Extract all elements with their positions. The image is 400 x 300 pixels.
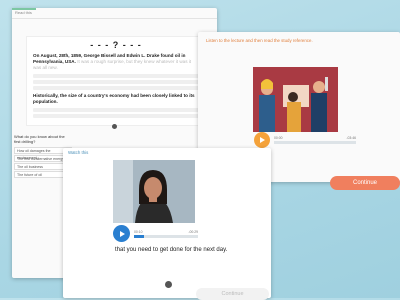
people-illustration bbox=[253, 67, 338, 132]
watch-window: Watch this 00:10 -00:29 that you need to… bbox=[63, 148, 271, 298]
lecture-controls: 00:00 -03:46 bbox=[254, 132, 356, 148]
faded-text-line bbox=[33, 86, 199, 90]
reading-paragraph-2-bold: Historically, the size of a country's ec… bbox=[33, 93, 195, 104]
reading-paper: - - - ? - - - On August, 28th, 1859, Geo… bbox=[26, 36, 206, 126]
lecture-illustration bbox=[253, 67, 338, 132]
watch-header-label: Watch this bbox=[68, 150, 89, 155]
faded-text-line bbox=[33, 108, 199, 112]
lecture-instruction: Listen to the lecture and then read the … bbox=[206, 38, 313, 43]
faded-text-line bbox=[33, 80, 199, 84]
video-caption: that you need to get done for the next d… bbox=[115, 247, 228, 253]
progress-bar[interactable] bbox=[134, 234, 198, 238]
progress-bar[interactable] bbox=[274, 141, 356, 144]
reading-paragraph-1: On August, 28th, 1859, George Bissell an… bbox=[33, 53, 199, 71]
faded-text-line bbox=[33, 74, 199, 78]
progress-fill bbox=[134, 234, 144, 238]
video-controls: 00:10 -00:29 bbox=[113, 225, 198, 242]
scroll-indicator[interactable] bbox=[112, 124, 117, 129]
question-text: What do you know about the first drillin… bbox=[14, 134, 65, 144]
reading-topbar: Read this bbox=[12, 8, 217, 19]
play-button[interactable] bbox=[254, 132, 270, 148]
continue-button[interactable]: Continue bbox=[330, 176, 400, 190]
time-elapsed: 00:10 bbox=[134, 229, 143, 234]
reading-paragraph-2: Historically, the size of a country's ec… bbox=[33, 93, 199, 105]
reading-title: - - - ? - - - bbox=[90, 40, 142, 50]
reading-header-label: Read this bbox=[15, 10, 32, 15]
speaker-video bbox=[113, 160, 195, 223]
scroll-indicator[interactable] bbox=[165, 281, 172, 288]
faded-text-line bbox=[33, 114, 199, 118]
continue-button-disabled[interactable]: Continue bbox=[196, 288, 269, 300]
time-remaining: -03:46 bbox=[346, 136, 356, 140]
play-button[interactable] bbox=[113, 225, 130, 242]
time-remaining: -00:29 bbox=[188, 229, 198, 234]
time-elapsed: 00:00 bbox=[274, 136, 283, 140]
video-frame[interactable] bbox=[113, 160, 195, 223]
